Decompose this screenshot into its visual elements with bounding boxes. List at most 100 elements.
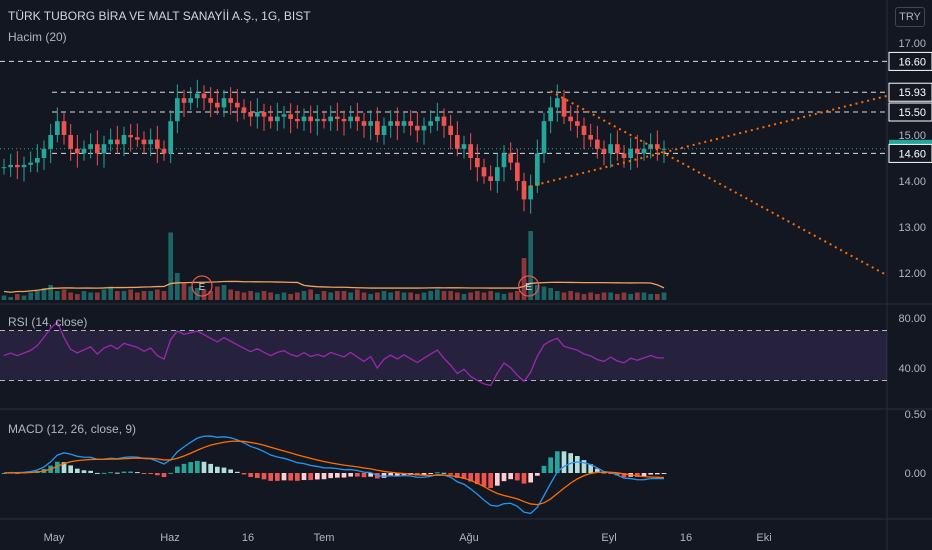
- price-tick-label: 13.00: [898, 222, 926, 234]
- volume-legend[interactable]: Hacim (20): [8, 30, 67, 44]
- candle-body: [195, 93, 200, 99]
- volume-bar: [121, 291, 127, 300]
- volume-bar: [181, 283, 187, 300]
- volume-bar: [428, 291, 433, 300]
- volume-bar: [315, 294, 320, 300]
- volume-bar: [55, 291, 60, 300]
- candle-body: [201, 93, 207, 99]
- volume-bar: [388, 292, 393, 300]
- volume-bar: [355, 289, 360, 300]
- candle-body: [495, 167, 500, 181]
- volume-bar: [435, 289, 440, 300]
- candle-body: [515, 162, 520, 181]
- candle-body: [661, 148, 667, 150]
- macd-histogram-bar: [121, 471, 127, 473]
- candle-body: [595, 139, 600, 149]
- macd-legend[interactable]: MACD (12, 26, close, 9): [8, 422, 136, 436]
- candle-body: [455, 135, 460, 149]
- macd-histogram-bar: [301, 473, 307, 481]
- time-tick-label: Haz: [160, 532, 180, 544]
- macd-histogram-bar: [268, 473, 273, 481]
- volume-bar: [321, 291, 327, 300]
- candle-body: [1, 167, 7, 169]
- volume-bar: [508, 292, 513, 300]
- rsi-legend[interactable]: RSI (14, close): [8, 315, 87, 329]
- time-tick-label: Eyl: [601, 532, 616, 544]
- volume-bar: [335, 291, 340, 300]
- volume-bar: [241, 292, 247, 300]
- candle-body: [241, 107, 247, 112]
- macd-histogram-bar: [148, 473, 153, 474]
- volume-bar: [228, 289, 233, 300]
- macd-histogram-bar: [88, 470, 93, 473]
- macd-histogram-bar: [361, 473, 367, 478]
- volume-bar: [275, 294, 280, 300]
- macd-histogram-bar: [288, 473, 293, 481]
- volume-bar: [655, 294, 660, 300]
- macd-histogram-bar: [295, 473, 300, 481]
- time-tick-label: 16: [242, 532, 254, 544]
- volume-bar: [101, 289, 107, 300]
- volume-bar: [481, 292, 487, 300]
- macd-histogram-bar: [515, 473, 520, 481]
- macd-histogram-bar: [328, 473, 333, 479]
- volume-bar: [108, 286, 113, 300]
- volume-bar: [155, 289, 160, 300]
- candle-body: [255, 112, 260, 117]
- volume-bar: [408, 292, 413, 300]
- volume-bar: [635, 292, 640, 300]
- volume-bar: [501, 294, 507, 300]
- volume-bar: [268, 292, 273, 300]
- candle-body: [321, 118, 327, 122]
- macd-histogram-bar: [228, 469, 233, 473]
- volume-bar: [281, 292, 287, 300]
- macd-histogram-bar: [335, 473, 340, 478]
- macd-histogram-bar: [661, 473, 667, 475]
- candle-body: [421, 125, 427, 131]
- volume-bar: [641, 292, 647, 300]
- volume-bar: [168, 232, 173, 300]
- candle-body: [388, 121, 393, 126]
- volume-bar: [575, 292, 580, 300]
- background: [0, 0, 932, 550]
- volume-bar: [421, 292, 427, 300]
- macd-histogram-bar: [348, 473, 353, 477]
- candle-body: [28, 162, 33, 165]
- volume-bar: [215, 286, 220, 300]
- volume-bar: [348, 292, 353, 300]
- macd-histogram-bar: [281, 473, 287, 481]
- macd-histogram-bar: [195, 460, 200, 473]
- volume-bar: [75, 294, 80, 300]
- candle-body: [441, 116, 447, 126]
- volume-bar: [361, 292, 367, 300]
- volume-bar: [415, 294, 420, 300]
- chart-canvas[interactable]: EE17.0016.0015.0014.0013.0012.0016.6015.…: [0, 0, 932, 550]
- macd-histogram-bar: [108, 472, 113, 474]
- candle-body: [355, 116, 360, 122]
- candle-body: [235, 102, 240, 108]
- candle-body: [61, 121, 67, 135]
- candle-body: [135, 137, 140, 140]
- macd-histogram-bar: [428, 473, 433, 474]
- volume-bar: [35, 291, 40, 300]
- volume-bar: [68, 292, 73, 300]
- candle-body: [35, 158, 40, 163]
- candle-body: [75, 148, 80, 154]
- macd-histogram-bar: [501, 473, 507, 482]
- volume-bar: [48, 285, 53, 300]
- macd-histogram-bar: [235, 471, 240, 473]
- currency-button[interactable]: TRY: [895, 7, 925, 27]
- macd-histogram-bar: [655, 473, 660, 475]
- candle-body: [21, 164, 27, 168]
- price-level-label: 16.60: [898, 56, 926, 68]
- macd-histogram-bar: [641, 473, 647, 477]
- macd-histogram-bar: [181, 463, 187, 473]
- candle-body: [621, 153, 627, 158]
- volume-bar: [615, 294, 620, 300]
- macd-histogram-bar: [101, 472, 107, 474]
- volume-bar: [628, 294, 633, 300]
- volume-bar: [81, 291, 87, 300]
- candle-body: [275, 116, 280, 122]
- candle-body: [248, 112, 253, 117]
- macd-histogram-bar: [488, 473, 493, 488]
